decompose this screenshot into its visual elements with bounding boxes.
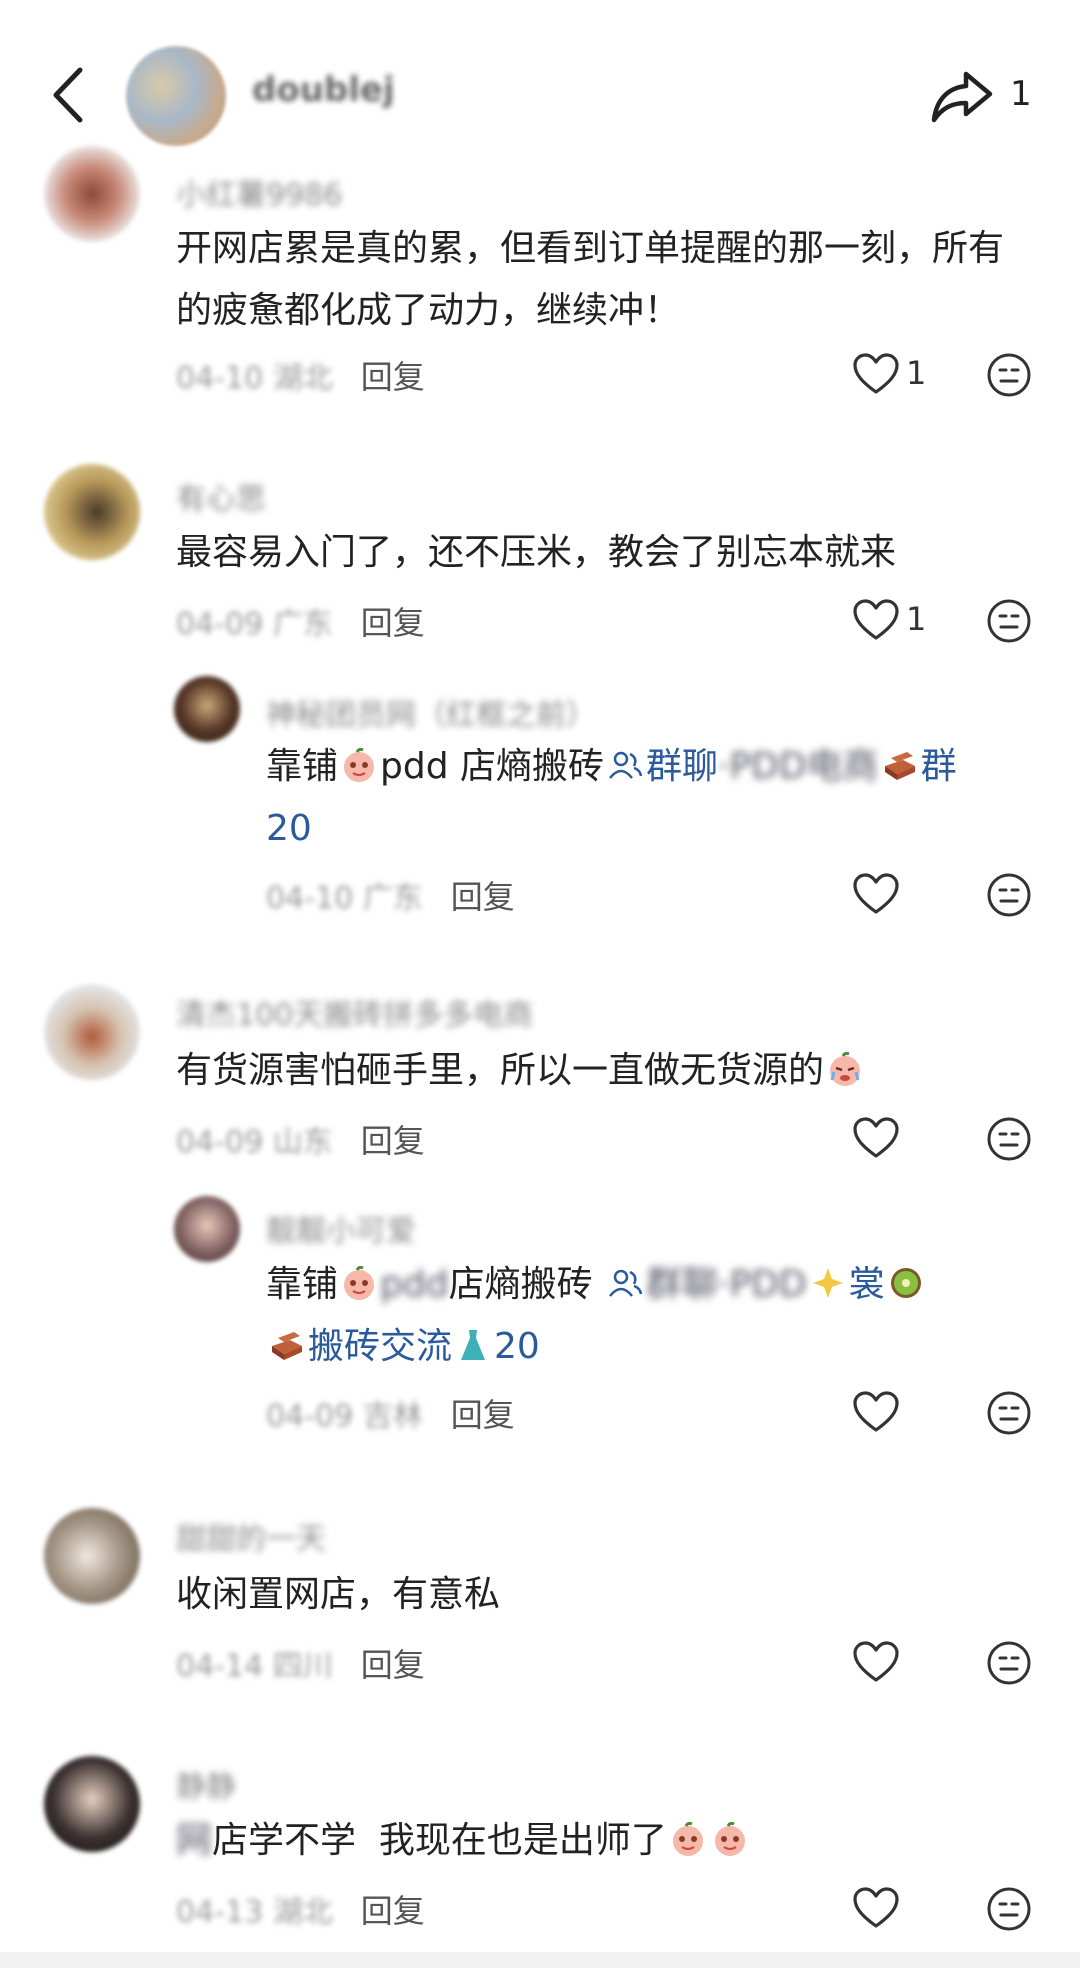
comment-text: 网店学不学 我现在也是出师了 <box>176 1810 1036 1872</box>
heart-icon[interactable] <box>852 1116 900 1160</box>
text-segment: 有货源害怕砸手里，所以一直做无货源的 <box>176 1050 825 1091</box>
comment-meta: 04-09 山东 回复 <box>176 1116 425 1162</box>
text-segment: 搬砖交流 <box>308 1326 453 1367</box>
reply-button[interactable]: 回复 <box>451 872 515 918</box>
reply-button[interactable]: 回复 <box>361 1116 425 1162</box>
text-segment: 裳 <box>848 1264 885 1305</box>
reply-button[interactable]: 回复 <box>361 1886 425 1932</box>
bottom-divider <box>0 1952 1080 1968</box>
emoji-reaction-icon[interactable] <box>986 1886 1032 1932</box>
text-segment: 靠铺 <box>266 746 339 787</box>
reply-button[interactable]: 回复 <box>451 1390 515 1436</box>
emoji-reaction-icon[interactable] <box>986 872 1032 918</box>
crying-peach-emoji-icon <box>830 1051 861 1086</box>
like-count: 1 <box>906 600 927 638</box>
text-segment: 20 <box>494 1326 540 1367</box>
emoji-reaction-icon[interactable] <box>986 1640 1032 1686</box>
comment-username[interactable]: 甜甜的一天 <box>176 1514 326 1558</box>
group-chat-name: 群聊·PDD <box>646 1264 807 1305</box>
comment-username[interactable]: 神秘团员网（红框之前） <box>266 690 596 734</box>
comment-meta: 04-09 吉林 回复 <box>266 1390 515 1436</box>
avatar[interactable] <box>174 676 240 742</box>
comment-meta: 04-14 四川 回复 <box>176 1640 425 1686</box>
share-count: 1 <box>1010 74 1032 114</box>
comment-date: 04-13 湖北 <box>176 1895 333 1930</box>
comment-text: 靠铺 pdd 店熵搬砖 群聊·PDD电商群 20 <box>266 736 1066 860</box>
text-segment: 店熵搬砖 <box>448 1264 593 1305</box>
text-segment: 靠铺 <box>266 1264 339 1305</box>
brick-emoji-icon <box>884 752 915 780</box>
comment-text: 最容易入门了，还不压米，教会了别忘本就来 <box>176 532 897 573</box>
reply-button[interactable]: 回复 <box>361 1640 425 1686</box>
comment-meta: 04-10 湖北 回复 <box>176 352 425 398</box>
comment-date: 04-09 山东 <box>176 1125 333 1160</box>
heart-icon[interactable] <box>852 352 900 396</box>
dress-emoji-icon <box>461 1330 486 1360</box>
emoji-reaction-icon[interactable] <box>986 598 1032 644</box>
comment-meta: 04-09 广东 回复 <box>176 598 425 644</box>
peach-emoji-icon <box>344 1265 375 1300</box>
text-segment: 20 <box>266 808 312 849</box>
header-bar: doublej 1 <box>0 0 1080 180</box>
comment-text: 靠铺 pdd店熵搬砖 群聊·PDD 裳搬砖交流 20 <box>266 1254 1066 1378</box>
back-button[interactable] <box>44 60 94 130</box>
sparkle-emoji-icon <box>812 1268 843 1298</box>
emoji-reaction-icon[interactable] <box>986 1390 1032 1436</box>
comment-username[interactable]: 小红薯9986 <box>176 170 342 214</box>
heart-icon[interactable] <box>852 1886 900 1930</box>
group-chat-label: 群聊 <box>646 746 719 787</box>
avatar[interactable] <box>44 464 140 560</box>
comment-username[interactable]: 有心思 <box>176 474 266 518</box>
comment-text: 有货源害怕砸手里，所以一直做无货源的 <box>176 1040 1036 1102</box>
emoji-reaction-icon[interactable] <box>986 352 1032 398</box>
text-segment: pdd 店熵搬砖 <box>380 746 605 787</box>
share-button[interactable] <box>930 64 994 128</box>
comment-date: 04-10 湖北 <box>176 361 333 396</box>
peach-emoji-icon <box>714 1821 745 1856</box>
peach-emoji-icon <box>344 747 375 782</box>
comment-date: 04-14 四川 <box>176 1649 333 1684</box>
heart-icon[interactable] <box>852 1640 900 1684</box>
text-segment: 网 <box>176 1820 213 1861</box>
comment-meta: 04-10 广东 回复 <box>266 872 515 918</box>
heart-icon[interactable] <box>852 1390 900 1434</box>
avatar[interactable] <box>44 146 140 242</box>
reply-button[interactable]: 回复 <box>361 598 425 644</box>
comment-username[interactable]: 靓靓小可爱 <box>266 1206 416 1250</box>
like-count: 1 <box>906 354 927 392</box>
emoji-reaction-icon[interactable] <box>986 1116 1032 1162</box>
heart-icon[interactable] <box>852 872 900 916</box>
text-segment: 群 <box>920 746 957 787</box>
comment-date: 04-10 广东 <box>266 881 423 916</box>
peach-emoji-icon <box>672 1821 703 1856</box>
avatar[interactable] <box>44 984 140 1080</box>
comment-username[interactable]: 清杰100天搬砖拼多多电商 <box>176 990 533 1034</box>
text-segment: pdd <box>380 1264 449 1305</box>
comment-text: 收闲置网店，有意私 <box>176 1574 501 1615</box>
reply-button[interactable]: 回复 <box>361 352 425 398</box>
group-chat-name: ·PDD电商 <box>718 746 879 787</box>
kiwi-emoji-icon <box>890 1268 921 1298</box>
avatar[interactable] <box>44 1756 140 1852</box>
group-icon <box>609 1269 643 1297</box>
comment-meta: 04-13 湖北 回复 <box>176 1886 425 1932</box>
brick-emoji-icon <box>272 1332 302 1360</box>
share-icon <box>931 71 993 123</box>
chevron-left-icon <box>53 67 83 123</box>
comment-date: 04-09 广东 <box>176 607 333 642</box>
text-segment: 店学不学 我现在也是出师了 <box>212 1820 667 1861</box>
avatar[interactable] <box>44 1508 140 1604</box>
comment-text: 开网店累是真的累，但看到订单提醒的那一刻，所有的疲惫都化成了动力，继续冲！ <box>176 228 1005 331</box>
comment-username[interactable]: 静静 <box>176 1762 236 1806</box>
heart-icon[interactable] <box>852 598 900 642</box>
group-icon <box>609 751 643 779</box>
avatar[interactable] <box>174 1196 240 1262</box>
comment-date: 04-09 吉林 <box>266 1399 423 1434</box>
author-username[interactable]: doublej <box>252 70 395 110</box>
avatar[interactable] <box>126 46 226 146</box>
